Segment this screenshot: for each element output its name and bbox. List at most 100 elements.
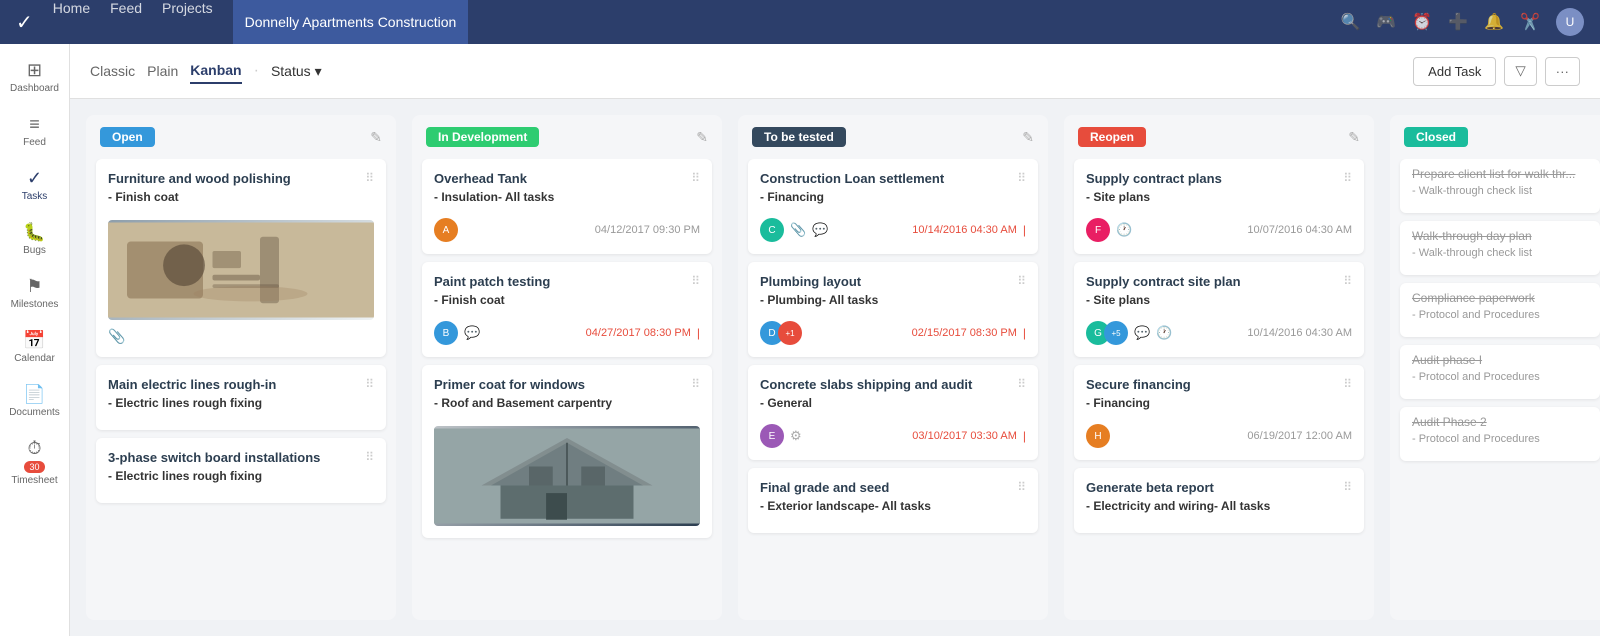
sidebar-item-bugs[interactable]: 🐛 Bugs (0, 214, 69, 264)
card-footer: A 04/12/2017 09:30 PM (434, 218, 700, 242)
sidebar-item-dashboard[interactable]: ⊞ Dashboard (0, 52, 69, 102)
sidebar-item-milestones[interactable]: ⚑ Milestones (0, 268, 69, 318)
comment-icon: 💬 (812, 222, 828, 238)
add-task-button[interactable]: Add Task (1413, 57, 1496, 86)
filter-button[interactable]: ▽ (1504, 56, 1536, 86)
sidebar-item-documents[interactable]: 📄 Documents (0, 376, 69, 426)
drag-handle: ⠿ (691, 171, 700, 212)
card-audit-phase1[interactable]: Audit phase I - Protocol and Procedures (1400, 345, 1600, 399)
card-subtitle: - Finish coat (108, 190, 291, 204)
card-audit-phase2[interactable]: Audit Phase 2 - Protocol and Procedures (1400, 407, 1600, 461)
reopen-cards: Supply contract plans - Site plans ⠿ F 🕐… (1064, 159, 1374, 543)
tobetested-edit-icon[interactable]: ✎ (1022, 129, 1034, 146)
card-concrete-slabs[interactable]: Concrete slabs shipping and audit - Gene… (748, 365, 1038, 460)
overdue-marker: | (697, 326, 700, 340)
avatar-group: G +5 (1086, 321, 1128, 345)
card-date: 06/19/2017 12:00 AM (1247, 430, 1352, 442)
indev-edit-icon[interactable]: ✎ (696, 129, 708, 146)
avatar[interactable]: U (1556, 8, 1584, 36)
plus-icon[interactable]: ➕ (1448, 12, 1468, 32)
drag-handle: ⠿ (1017, 377, 1026, 418)
chevron-down-icon: ▾ (315, 63, 322, 80)
card-supply-plans[interactable]: Supply contract plans - Site plans ⠿ F 🕐… (1074, 159, 1364, 254)
avatar-count: +5 (1104, 321, 1128, 345)
main-layout: ⊞ Dashboard ≡ Feed ✓ Tasks 🐛 Bugs ⚑ Mile… (0, 44, 1600, 636)
sidebar-item-feed[interactable]: ≡ Feed (0, 106, 69, 156)
card-subtitle: - Site plans (1086, 293, 1241, 307)
card-subtitle: - Walk-through check list (1412, 247, 1588, 259)
card-walkthrough-plan[interactable]: Walk-through day plan - Walk-through che… (1400, 221, 1600, 275)
card-subtitle: - Site plans (1086, 190, 1222, 204)
card-electric-lines[interactable]: Main electric lines rough-in - Electric … (96, 365, 386, 430)
drag-handle: ⠿ (1343, 274, 1352, 315)
tab-classic[interactable]: Classic (90, 59, 135, 83)
nav-home[interactable]: Home (53, 0, 90, 44)
drag-handle: ⠿ (691, 377, 700, 418)
top-nav: ✓ Home Feed Projects Donnelly Apartments… (0, 0, 1600, 44)
card-subtitle: - Exterior landscape- All tasks (760, 499, 931, 513)
status-filter[interactable]: Status ▾ (271, 63, 322, 80)
nav-projects[interactable]: Projects (162, 0, 213, 44)
card-title: Supply contract site plan (1086, 274, 1241, 289)
card-subtitle: - Insulation- All tasks (434, 190, 554, 204)
card-client-list[interactable]: Prepare client list for walk thr... - Wa… (1400, 159, 1600, 213)
card-final-grade[interactable]: Final grade and seed - Exterior landscap… (748, 468, 1038, 533)
scissors-icon[interactable]: ✂️ (1520, 12, 1540, 32)
card-switchboard[interactable]: 3-phase switch board installations - Ele… (96, 438, 386, 503)
card-compliance[interactable]: Compliance paperwork - Protocol and Proc… (1400, 283, 1600, 337)
card-generate-beta[interactable]: Generate beta report - Electricity and w… (1074, 468, 1364, 533)
tab-kanban[interactable]: Kanban (190, 58, 241, 84)
card-subtitle: - Electric lines rough fixing (108, 396, 276, 410)
drag-handle: ⠿ (1343, 377, 1352, 418)
avatar: B (434, 321, 458, 345)
card-subtitle: - Roof and Basement carpentry (434, 396, 612, 410)
sidebar-label-milestones: Milestones (11, 299, 59, 310)
column-closed: Closed Prepare client list for walk thr.… (1390, 115, 1600, 620)
bell-icon[interactable]: 🔔 (1484, 12, 1504, 32)
open-edit-icon[interactable]: ✎ (370, 129, 382, 146)
card-supply-site-plan[interactable]: Supply contract site plan - Site plans ⠿… (1074, 262, 1364, 357)
nav-feed[interactable]: Feed (110, 0, 142, 44)
sidebar: ⊞ Dashboard ≡ Feed ✓ Tasks 🐛 Bugs ⚑ Mile… (0, 44, 70, 636)
card-furniture-polishing[interactable]: Furniture and wood polishing - Finish co… (96, 159, 386, 357)
sidebar-label-tasks: Tasks (22, 191, 48, 202)
card-title: Generate beta report (1086, 480, 1270, 495)
nav-project-active[interactable]: Donnelly Apartments Construction (233, 0, 469, 44)
card-footer: 📎 (108, 328, 374, 345)
toolbar-right: Add Task ▽ ··· (1413, 56, 1580, 86)
column-tobetested: To be tested ✎ Construction Loan settlem… (738, 115, 1048, 620)
more-options-button[interactable]: ··· (1545, 57, 1580, 86)
card-secure-financing[interactable]: Secure financing - Financing ⠿ H 06/19/2… (1074, 365, 1364, 460)
card-title: Supply contract plans (1086, 171, 1222, 186)
avatar: F (1086, 218, 1110, 242)
card-footer: B 💬 04/27/2017 08:30 PM | (434, 321, 700, 345)
overdue-marker: | (1023, 326, 1026, 340)
card-construction-loan[interactable]: Construction Loan settlement - Financing… (748, 159, 1038, 254)
sidebar-item-calendar[interactable]: 📅 Calendar (0, 322, 69, 372)
card-primer-coat[interactable]: Primer coat for windows - Roof and Basem… (422, 365, 712, 538)
timesheet-icon: ⏱ (27, 438, 41, 459)
card-date: 02/15/2017 08:30 PM (912, 327, 1017, 339)
sidebar-item-tasks[interactable]: ✓ Tasks (0, 160, 69, 210)
sidebar-label-bugs: Bugs (23, 245, 46, 256)
search-icon[interactable]: 🔍 (1340, 12, 1360, 32)
gamepad-icon[interactable]: 🎮 (1376, 12, 1396, 32)
tab-plain[interactable]: Plain (147, 59, 178, 83)
avatar-count: +1 (778, 321, 802, 345)
card-title: Plumbing layout (760, 274, 878, 289)
drag-handle: ⠿ (1017, 480, 1026, 521)
sidebar-item-timesheet[interactable]: ⏱ 30 Timesheet (0, 430, 69, 494)
card-footer: E ⚙ 03/10/2017 03:30 AM | (760, 424, 1026, 448)
card-date: 10/14/2016 04:30 AM (1247, 327, 1352, 339)
clock-icon: 🕐 (1116, 222, 1132, 238)
attach-icon: 📎 (108, 328, 125, 345)
card-paint-patch[interactable]: Paint patch testing - Finish coat ⠿ B 💬 … (422, 262, 712, 357)
card-plumbing-layout[interactable]: Plumbing layout - Plumbing- All tasks ⠿ … (748, 262, 1038, 357)
card-title: 3-phase switch board installations (108, 450, 320, 465)
clock-icon[interactable]: ⏰ (1412, 12, 1432, 32)
column-open: Open ✎ Furniture and wood polishing - Fi… (86, 115, 396, 620)
reopen-edit-icon[interactable]: ✎ (1348, 129, 1360, 146)
column-reopen: Reopen ✎ Supply contract plans - Site pl… (1064, 115, 1374, 620)
card-footer: G +5 💬 🕐 10/14/2016 04:30 AM (1086, 321, 1352, 345)
card-overhead-tank[interactable]: Overhead Tank - Insulation- All tasks ⠿ … (422, 159, 712, 254)
